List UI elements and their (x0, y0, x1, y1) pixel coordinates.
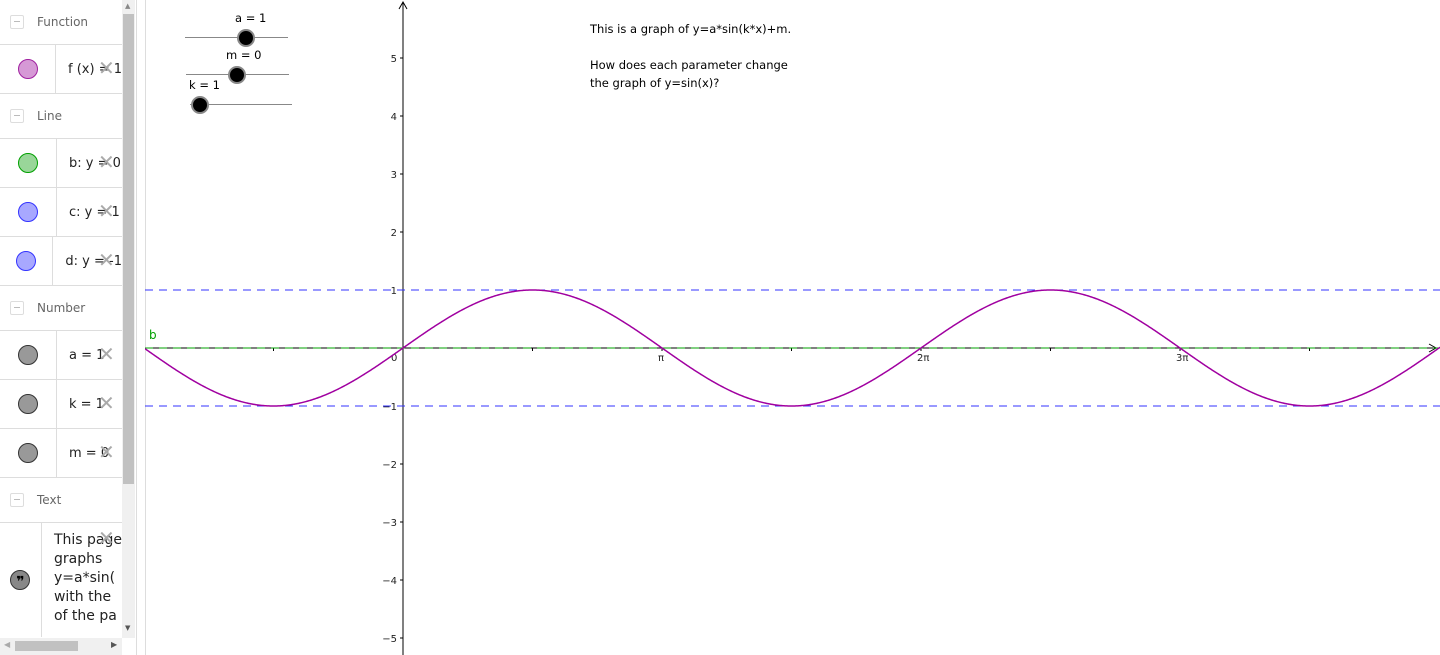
delete-icon[interactable]: ✕ (98, 201, 115, 221)
y-tick-label: 5 (391, 54, 397, 65)
line-b-label: b (149, 328, 157, 342)
collapse-icon[interactable] (10, 493, 24, 507)
scroll-right-icon[interactable]: ▶ (111, 640, 117, 649)
collapse-icon[interactable] (10, 15, 24, 29)
vertical-scrollbar[interactable]: ▲ ▼ (122, 0, 135, 638)
x-tick-label: 3π (1176, 353, 1188, 364)
slider-handle[interactable] (237, 29, 255, 47)
horizontal-scrollbar[interactable]: ◀ ▶ (0, 638, 122, 655)
algebra-view: Function f (x) = 1 ✕ Line b: y = 0 ✕ c: y … (0, 0, 122, 638)
scroll-left-icon[interactable]: ◀ (4, 640, 10, 649)
y-tick-label: 2 (391, 228, 397, 239)
visibility-toggle-icon[interactable] (18, 443, 38, 463)
y-tick-label: −4 (382, 576, 397, 587)
x-tick-label: π (658, 353, 664, 364)
visibility-toggle-icon[interactable] (18, 153, 38, 173)
visibility-toggle-icon[interactable] (18, 394, 38, 414)
visibility-toggle-icon[interactable] (17, 59, 38, 79)
algebra-item-m[interactable]: m = 0 ✕ (0, 429, 122, 478)
delete-icon[interactable]: ✕ (98, 250, 115, 270)
scroll-up-icon[interactable]: ▲ (125, 2, 130, 10)
scroll-thumb[interactable] (15, 641, 78, 651)
scroll-thumb[interactable] (123, 14, 134, 484)
collapse-icon[interactable] (10, 109, 24, 123)
slider-handle[interactable] (228, 66, 246, 84)
delete-icon[interactable]: ✕ (98, 344, 115, 364)
x-tick-label: 2π (917, 353, 929, 364)
visibility-toggle-icon[interactable] (18, 345, 38, 365)
category-number[interactable]: Number (0, 286, 122, 331)
delete-icon[interactable]: ✕ (98, 393, 115, 413)
y-tick-label: −1 (382, 402, 397, 413)
algebra-item-d[interactable]: d: y = -1 ✕ (0, 237, 122, 286)
algebra-item-a[interactable]: a = 1 ✕ (0, 331, 122, 380)
delete-icon[interactable]: ✕ (98, 152, 115, 172)
graphics-view[interactable]: 0 π 2π 3π54321−1−2−3−4−5b (145, 0, 1440, 655)
y-tick-label: −3 (382, 518, 397, 529)
y-tick-label: 1 (391, 286, 397, 297)
visibility-toggle-icon[interactable] (18, 202, 38, 222)
quote-icon[interactable]: ❞ (10, 570, 31, 590)
slider-label: a = 1 (235, 11, 267, 25)
slider-handle[interactable] (191, 96, 209, 114)
collapse-icon[interactable] (10, 301, 24, 315)
slider-label: m = 0 (226, 48, 262, 62)
y-tick-label: −5 (382, 634, 397, 645)
scroll-down-icon[interactable]: ▼ (125, 624, 130, 632)
algebra-item-text[interactable]: ❞ This page graphs y=a*sin(with the of the … (0, 523, 122, 637)
y-tick-label: 3 (391, 170, 397, 181)
description-text: This is a graph of y=a*sin(k*x)+m. How d… (590, 22, 792, 90)
slider-label: k = 1 (189, 78, 220, 92)
delete-icon[interactable]: ✕ (98, 58, 115, 78)
algebra-item-k[interactable]: k = 1 ✕ (0, 380, 122, 429)
delete-icon[interactable]: ✕ (98, 528, 115, 548)
algebra-item-b[interactable]: b: y = 0 ✕ (0, 139, 122, 188)
category-function[interactable]: Function (0, 0, 122, 45)
y-tick-label: 4 (391, 112, 397, 123)
text-line-5: of the pa (53, 608, 117, 624)
delete-icon[interactable]: ✕ (98, 442, 115, 462)
algebra-item-c[interactable]: c: y = 1 ✕ (0, 188, 122, 237)
category-line[interactable]: Line (0, 94, 122, 139)
category-text[interactable]: Text (0, 478, 122, 523)
y-tick-label: −2 (382, 460, 397, 471)
algebra-item-f[interactable]: f (x) = 1 ✕ (0, 45, 122, 94)
visibility-toggle-icon[interactable] (16, 251, 37, 271)
